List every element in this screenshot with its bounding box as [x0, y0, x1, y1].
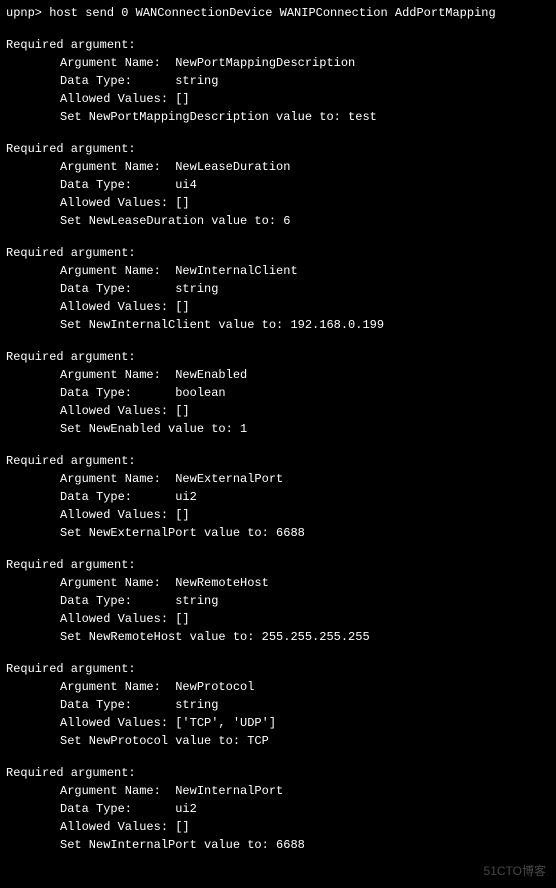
allowed-values-row: Allowed Values: [] — [6, 818, 550, 836]
required-argument-header: Required argument: — [6, 452, 550, 470]
set-value-row: Set NewInternalPort value to: 6688 — [6, 836, 550, 854]
required-argument-header: Required argument: — [6, 140, 550, 158]
argument-block: Required argument:Argument Name: NewProt… — [6, 660, 550, 750]
argument-name-row: Argument Name: NewInternalPort — [6, 782, 550, 800]
set-value-row: Set NewLeaseDuration value to: 6 — [6, 212, 550, 230]
argument-block: Required argument:Argument Name: NewRemo… — [6, 556, 550, 646]
data-type-row: Data Type: string — [6, 696, 550, 714]
argument-name-row: Argument Name: NewInternalClient — [6, 262, 550, 280]
argument-name-row: Argument Name: NewExternalPort — [6, 470, 550, 488]
argument-block: Required argument:Argument Name: NewLeas… — [6, 140, 550, 230]
allowed-values-row: Allowed Values: [] — [6, 90, 550, 108]
terminal-output: Required argument:Argument Name: NewPort… — [6, 36, 550, 854]
set-value-row: Set NewPortMappingDescription value to: … — [6, 108, 550, 126]
argument-block: Required argument:Argument Name: NewInte… — [6, 764, 550, 854]
data-type-row: Data Type: ui4 — [6, 176, 550, 194]
data-type-row: Data Type: string — [6, 592, 550, 610]
data-type-row: Data Type: boolean — [6, 384, 550, 402]
argument-name-row: Argument Name: NewLeaseDuration — [6, 158, 550, 176]
argument-name-row: Argument Name: NewPortMappingDescription — [6, 54, 550, 72]
argument-name-row: Argument Name: NewEnabled — [6, 366, 550, 384]
argument-name-row: Argument Name: NewProtocol — [6, 678, 550, 696]
required-argument-header: Required argument: — [6, 348, 550, 366]
allowed-values-row: Allowed Values: [] — [6, 402, 550, 420]
allowed-values-row: Allowed Values: [] — [6, 610, 550, 628]
argument-block: Required argument:Argument Name: NewEnab… — [6, 348, 550, 438]
set-value-row: Set NewExternalPort value to: 6688 — [6, 524, 550, 542]
watermark: 51CTO博客 — [484, 862, 546, 880]
argument-name-row: Argument Name: NewRemoteHost — [6, 574, 550, 592]
argument-block: Required argument:Argument Name: NewInte… — [6, 244, 550, 334]
set-value-row: Set NewRemoteHost value to: 255.255.255.… — [6, 628, 550, 646]
required-argument-header: Required argument: — [6, 660, 550, 678]
required-argument-header: Required argument: — [6, 244, 550, 262]
set-value-row: Set NewInternalClient value to: 192.168.… — [6, 316, 550, 334]
data-type-row: Data Type: string — [6, 280, 550, 298]
data-type-row: Data Type: string — [6, 72, 550, 90]
argument-block: Required argument:Argument Name: NewPort… — [6, 36, 550, 126]
allowed-values-row: Allowed Values: [] — [6, 194, 550, 212]
allowed-values-row: Allowed Values: ['TCP', 'UDP'] — [6, 714, 550, 732]
data-type-row: Data Type: ui2 — [6, 800, 550, 818]
set-value-row: Set NewProtocol value to: TCP — [6, 732, 550, 750]
argument-block: Required argument:Argument Name: NewExte… — [6, 452, 550, 542]
set-value-row: Set NewEnabled value to: 1 — [6, 420, 550, 438]
allowed-values-row: Allowed Values: [] — [6, 506, 550, 524]
command-prompt-line[interactable]: upnp> host send 0 WANConnectionDevice WA… — [6, 4, 550, 22]
allowed-values-row: Allowed Values: [] — [6, 298, 550, 316]
data-type-row: Data Type: ui2 — [6, 488, 550, 506]
required-argument-header: Required argument: — [6, 764, 550, 782]
required-argument-header: Required argument: — [6, 36, 550, 54]
required-argument-header: Required argument: — [6, 556, 550, 574]
